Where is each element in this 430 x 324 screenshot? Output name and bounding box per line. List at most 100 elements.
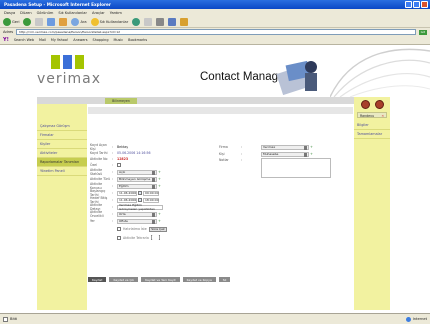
print-icon[interactable] — [156, 17, 165, 26]
person-select[interactable]: Muhasebe — [261, 151, 309, 157]
mail-icon[interactable] — [144, 17, 153, 26]
menu-favorites[interactable]: Sık Kullanılanlar — [58, 11, 87, 15]
detail-input[interactable]: Verimax Eğitim Görüşmeleri yapıldıktan — [117, 203, 163, 211]
panel-select[interactable]: Randevu ✕ — [357, 112, 387, 118]
company-select[interactable]: Verimax — [261, 144, 309, 150]
chevron-down-icon — [152, 220, 155, 224]
start-date-input[interactable]: 11.06.2006 — [117, 190, 137, 196]
history-icon[interactable] — [132, 17, 141, 26]
search-button[interactable]: Ara — [71, 17, 87, 26]
field-colon: : — [241, 152, 243, 156]
start-time-input[interactable]: 09:00:00 — [143, 190, 159, 196]
sidebar-item-aktiviteler[interactable]: Aktiviteler — [37, 149, 87, 158]
field-colon: : — [241, 158, 243, 162]
menu-view[interactable]: Görünüm — [37, 11, 54, 15]
field-colon: : — [241, 145, 243, 149]
back-button[interactable]: Geri — [3, 17, 20, 26]
tab-active[interactable]: Bilinmeyen — [105, 97, 137, 104]
link-bookmarks[interactable]: Bookmarks — [128, 38, 147, 42]
forward-arrow-icon[interactable] — [23, 17, 32, 26]
location-select[interactable]: Ofiste — [117, 218, 157, 224]
calendar-icon[interactable] — [138, 198, 142, 202]
status-select[interactable]: Açık — [117, 169, 157, 175]
search-label: Ara — [80, 19, 87, 24]
link-answers[interactable]: Answers — [73, 38, 87, 42]
chevron-down-icon — [152, 171, 155, 175]
menu-edit[interactable]: Düzen — [20, 11, 31, 15]
edit-icon[interactable] — [168, 17, 177, 26]
panel-close-icon[interactable] — [374, 100, 384, 109]
panel-item-bilgiler[interactable]: Bilgiler — [354, 121, 390, 130]
recur-label: Aktivite Tekrarla — [123, 236, 149, 240]
window-titlebar: Pasadena Setup - Microsoft Internet Expl… — [0, 0, 430, 9]
add-icon[interactable]: + — [158, 212, 161, 216]
clear-icon[interactable]: ✕ — [381, 114, 384, 118]
link-my-yahoo[interactable]: My Yahoo! — [51, 38, 68, 42]
close-icon[interactable] — [421, 1, 428, 8]
yahoo-icon[interactable]: Y! — [3, 37, 9, 43]
add-icon[interactable]: + — [310, 145, 313, 149]
messenger-icon[interactable] — [180, 17, 189, 26]
status-text: Bitti — [10, 317, 18, 321]
reminder-checkbox[interactable] — [117, 227, 121, 231]
sidebar-item-raporlamalar[interactable]: Raporlamalar Tanımları — [37, 158, 87, 167]
save-copy-button[interactable]: Kaydet ve Kopya — [182, 277, 216, 282]
address-input[interactable]: http://crm.verimax.com/pasadena/Person/P… — [16, 29, 416, 35]
window-title: Pasadena Setup - Microsoft Internet Expl… — [4, 2, 111, 7]
link-mail[interactable]: Mail — [39, 38, 46, 42]
menu-tools[interactable]: Araçlar — [92, 11, 105, 15]
save-new-button[interactable]: Kaydet ve Yeni Kayıt — [141, 277, 180, 282]
add-icon[interactable]: + — [158, 177, 161, 181]
maximize-icon[interactable] — [413, 1, 420, 8]
panel-back-icon[interactable] — [360, 100, 370, 109]
sidebar-item-gorusmeler[interactable]: Çalışmaz Görüşm — [37, 122, 87, 131]
add-icon[interactable]: + — [158, 219, 161, 223]
menu-file[interactable]: Dosya — [4, 11, 15, 15]
right-panel: Randevu ✕ Bilgiler Tamamlamalar — [354, 97, 390, 310]
subject-select[interactable]: Eğitim — [117, 183, 157, 189]
sidebar-item-firmalar[interactable]: Firmalar — [37, 131, 87, 140]
delete-button[interactable]: Sil — [218, 277, 231, 282]
notes-textarea[interactable] — [261, 158, 331, 178]
panel-item-tamamlamalar[interactable]: Tamamlamalar — [354, 130, 390, 139]
save-close-button[interactable]: Kaydet ve Çık — [109, 277, 139, 282]
field-label: Kayıt Tarihi — [90, 151, 108, 155]
sidebar-item-yonetim[interactable]: Yönetim Paneli — [37, 167, 87, 176]
link-shopping[interactable]: Shopping — [93, 38, 109, 42]
refresh-icon[interactable] — [47, 17, 56, 26]
reminder-button[interactable]: Süre Çek — [148, 226, 168, 232]
field-label: Özel — [90, 163, 98, 167]
link-music[interactable]: Music — [113, 38, 123, 42]
type-select[interactable]: Bilinmeyen Görüşme — [117, 176, 157, 182]
sidebar-item-kisiler[interactable]: Kişiler — [37, 140, 87, 149]
add-icon[interactable]: + — [158, 184, 161, 188]
add-icon[interactable]: + — [158, 170, 161, 174]
end-time-input[interactable]: 18:00:00 — [143, 197, 159, 203]
link-search-web[interactable]: Search Web — [14, 38, 34, 42]
stop-icon[interactable] — [35, 17, 44, 26]
go-button[interactable]: Git — [418, 29, 427, 35]
priority-select[interactable]: Orta — [117, 211, 157, 217]
end-date-input[interactable]: 11.06.2006 — [117, 197, 137, 203]
chevron-down-icon — [304, 153, 307, 157]
activity-form: Kayıt Açan Kişi: Bektaş Kayıt Tarihi: 05… — [88, 104, 353, 310]
address-bar: Adres http://crm.verimax.com/pasadena/Pe… — [0, 28, 430, 36]
calendar-icon[interactable] — [138, 191, 142, 195]
verimax-logo[interactable]: verimax — [37, 55, 105, 95]
select-value: Açık — [119, 170, 126, 174]
save-button[interactable]: Kaydet — [88, 277, 107, 282]
home-icon[interactable] — [59, 17, 68, 26]
security-zone: Internet — [405, 316, 427, 322]
chevron-down-icon — [152, 178, 155, 182]
minimize-icon[interactable] — [405, 1, 412, 8]
menu-help[interactable]: Yardım — [110, 11, 122, 15]
add-icon[interactable]: + — [310, 152, 313, 156]
form-header-bar — [88, 107, 353, 114]
recur-checkbox[interactable] — [117, 236, 121, 240]
back-label: Geri — [12, 19, 20, 24]
private-checkbox[interactable] — [117, 163, 121, 167]
chevron-down-icon — [304, 146, 307, 150]
logo-blocks-icon — [51, 55, 105, 69]
favorites-button[interactable]: Sık Kullanılanlar — [90, 17, 128, 26]
